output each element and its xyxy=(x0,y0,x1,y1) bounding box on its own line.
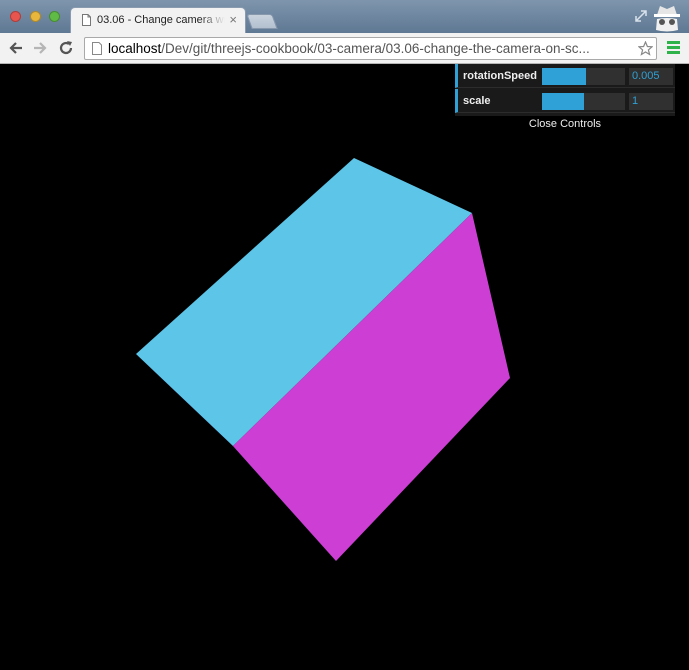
controls-panel: rotationSpeed 0.005 scale 1 Close Contro… xyxy=(455,64,675,133)
browser-titlebar: 03.06 - Change camera wi × xyxy=(0,0,689,33)
document-icon xyxy=(82,14,91,26)
control-label: scale xyxy=(463,95,491,107)
control-label: rotationSpeed xyxy=(463,70,537,82)
rotation-speed-input[interactable]: 0.005 xyxy=(629,68,673,85)
browser-toolbar: localhost/Dev/git/threejs-cookbook/03-ca… xyxy=(0,33,689,64)
rotation-speed-control: rotationSpeed 0.005 xyxy=(455,64,675,88)
close-controls-button[interactable]: Close Controls xyxy=(455,116,675,133)
browser-tab[interactable]: 03.06 - Change camera wi × xyxy=(70,7,246,33)
tab-title: 03.06 - Change camera wi xyxy=(97,14,225,26)
url-path: /Dev/git/threejs-cookbook/03-camera/03.0… xyxy=(161,41,590,56)
tab-close-icon[interactable]: × xyxy=(229,12,237,27)
fullscreen-icon[interactable] xyxy=(634,9,648,23)
url-host: localhost xyxy=(108,41,162,56)
minimize-window-button[interactable] xyxy=(30,11,41,22)
zoom-window-button[interactable] xyxy=(49,11,60,22)
close-window-button[interactable] xyxy=(10,11,21,22)
menu-icon[interactable] xyxy=(667,41,680,55)
slider-fill xyxy=(542,93,584,110)
bookmark-star-icon[interactable] xyxy=(638,41,653,56)
rotation-speed-slider[interactable] xyxy=(542,68,625,85)
url-text: localhost/Dev/git/threejs-cookbook/03-ca… xyxy=(108,41,628,56)
new-tab-button[interactable] xyxy=(246,14,278,29)
back-arrow-icon[interactable] xyxy=(8,40,24,56)
scale-input[interactable]: 1 xyxy=(629,93,673,110)
incognito-icon xyxy=(654,6,680,32)
scale-control: scale 1 xyxy=(455,89,675,113)
forward-arrow-icon[interactable] xyxy=(32,40,48,56)
address-bar[interactable]: localhost/Dev/git/threejs-cookbook/03-ca… xyxy=(84,37,657,60)
scale-slider[interactable] xyxy=(542,93,625,110)
webgl-canvas xyxy=(0,64,689,670)
page-icon xyxy=(92,42,102,55)
slider-fill xyxy=(542,68,586,85)
reload-icon[interactable] xyxy=(58,40,74,56)
